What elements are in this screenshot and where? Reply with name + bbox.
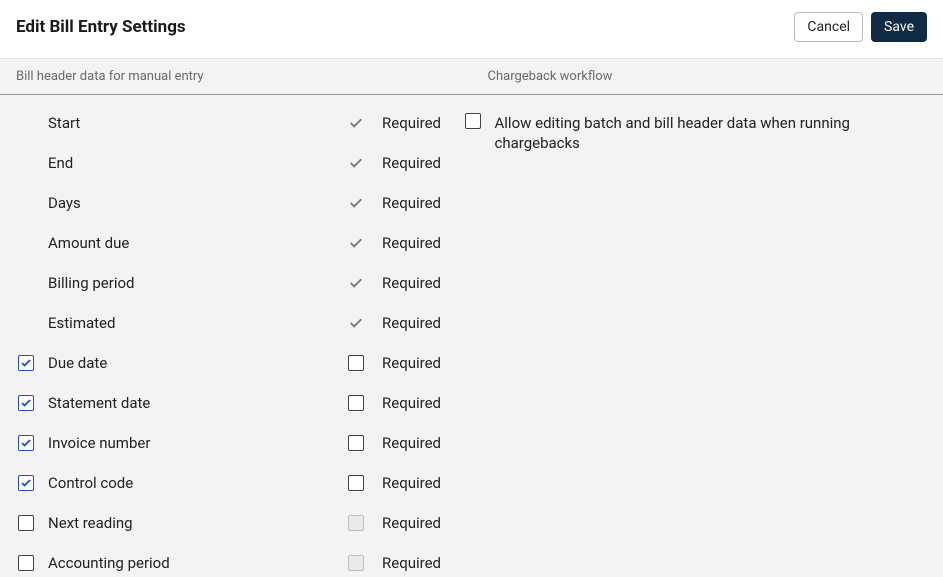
field-enable-checkbox[interactable] [18, 435, 34, 451]
field-enable-cell [18, 435, 48, 451]
check-icon [20, 437, 32, 449]
field-required-cell [338, 154, 374, 172]
field-row: Control code Required [0, 463, 461, 503]
field-required-cell [338, 314, 374, 332]
field-row: End Required [0, 143, 461, 183]
field-required-cell [338, 475, 374, 491]
field-required-label: Required [374, 154, 441, 172]
field-enable-checkbox[interactable] [18, 515, 34, 531]
check-icon [347, 194, 365, 212]
field-required-label: Required [374, 354, 441, 372]
field-row: Amount due Required [0, 223, 461, 263]
field-row: Start Required [0, 103, 461, 143]
check-icon [20, 477, 32, 489]
field-list: StartRequiredEndRequiredDaysRequiredAmou… [0, 95, 461, 577]
field-required-label: Required [374, 474, 441, 492]
header-actions: Cancel Save [794, 12, 927, 42]
page-title: Edit Bill Entry Settings [16, 17, 186, 37]
field-required-cell [338, 355, 374, 371]
field-enable-checkbox[interactable] [18, 355, 34, 371]
field-label: Start [48, 114, 338, 132]
allow-editing-chargeback-checkbox[interactable] [465, 113, 481, 129]
field-required-checkbox[interactable] [348, 355, 364, 371]
section-label-right: Chargeback workflow [472, 59, 943, 94]
field-required-checkbox[interactable] [348, 435, 364, 451]
field-row: Days Required [0, 183, 461, 223]
field-required-label: Required [374, 234, 441, 252]
dialog-header: Edit Bill Entry Settings Cancel Save [0, 0, 943, 59]
field-required-label: Required [374, 514, 441, 532]
field-required-checkbox[interactable] [348, 395, 364, 411]
field-label: Days [48, 194, 338, 212]
field-enable-cell [18, 555, 48, 571]
field-row: Due date Required [0, 343, 461, 383]
field-required-cell [338, 234, 374, 252]
field-required-label: Required [374, 274, 441, 292]
field-label: Next reading [48, 514, 338, 532]
field-row: Accounting period Required [0, 543, 461, 577]
field-required-checkbox [348, 555, 364, 571]
field-label: Statement date [48, 394, 338, 412]
field-required-label: Required [374, 194, 441, 212]
field-required-cell [338, 515, 374, 531]
check-icon [347, 234, 365, 252]
field-enable-checkbox[interactable] [18, 395, 34, 411]
field-required-checkbox [348, 515, 364, 531]
field-enable-checkbox[interactable] [18, 555, 34, 571]
field-row: Invoice number Required [0, 423, 461, 463]
field-required-label: Required [374, 554, 441, 572]
field-required-cell [338, 114, 374, 132]
left-column: StartRequiredEndRequiredDaysRequiredAmou… [0, 95, 461, 577]
field-required-label: Required [374, 114, 441, 132]
section-label-left: Bill header data for manual entry [0, 59, 472, 94]
check-icon [347, 154, 365, 172]
field-required-cell [338, 435, 374, 451]
chargeback-option-row: Allow editing batch and bill header data… [465, 113, 926, 154]
check-icon [347, 274, 365, 292]
field-required-label: Required [374, 394, 441, 412]
field-label: Control code [48, 474, 338, 492]
field-row: Estimated Required [0, 303, 461, 343]
check-icon [20, 357, 32, 369]
field-label: Estimated [48, 314, 338, 332]
field-label: Invoice number [48, 434, 338, 452]
dialog-body: StartRequiredEndRequiredDaysRequiredAmou… [0, 95, 943, 577]
field-required-checkbox[interactable] [348, 475, 364, 491]
field-enable-cell [18, 355, 48, 371]
field-required-cell [338, 194, 374, 212]
field-row: Billing period Required [0, 263, 461, 303]
right-column: Allow editing batch and bill header data… [461, 95, 943, 577]
field-label: Accounting period [48, 554, 338, 572]
field-required-cell [338, 395, 374, 411]
field-row: Next reading Required [0, 503, 461, 543]
field-label: End [48, 154, 338, 172]
allow-editing-chargeback-label: Allow editing batch and bill header data… [495, 113, 895, 154]
field-enable-checkbox[interactable] [18, 475, 34, 491]
field-required-label: Required [374, 314, 441, 332]
cancel-button[interactable]: Cancel [794, 12, 863, 42]
check-icon [347, 314, 365, 332]
field-enable-cell [18, 475, 48, 491]
check-icon [347, 114, 365, 132]
field-required-cell [338, 274, 374, 292]
field-enable-cell [18, 515, 48, 531]
save-button[interactable]: Save [871, 12, 927, 42]
check-icon [20, 397, 32, 409]
field-required-label: Required [374, 434, 441, 452]
field-label: Due date [48, 354, 338, 372]
section-header-row: Bill header data for manual entry Charge… [0, 59, 943, 95]
field-required-cell [338, 555, 374, 571]
field-enable-cell [18, 395, 48, 411]
field-label: Amount due [48, 234, 338, 252]
field-row: Statement date Required [0, 383, 461, 423]
field-label: Billing period [48, 274, 338, 292]
